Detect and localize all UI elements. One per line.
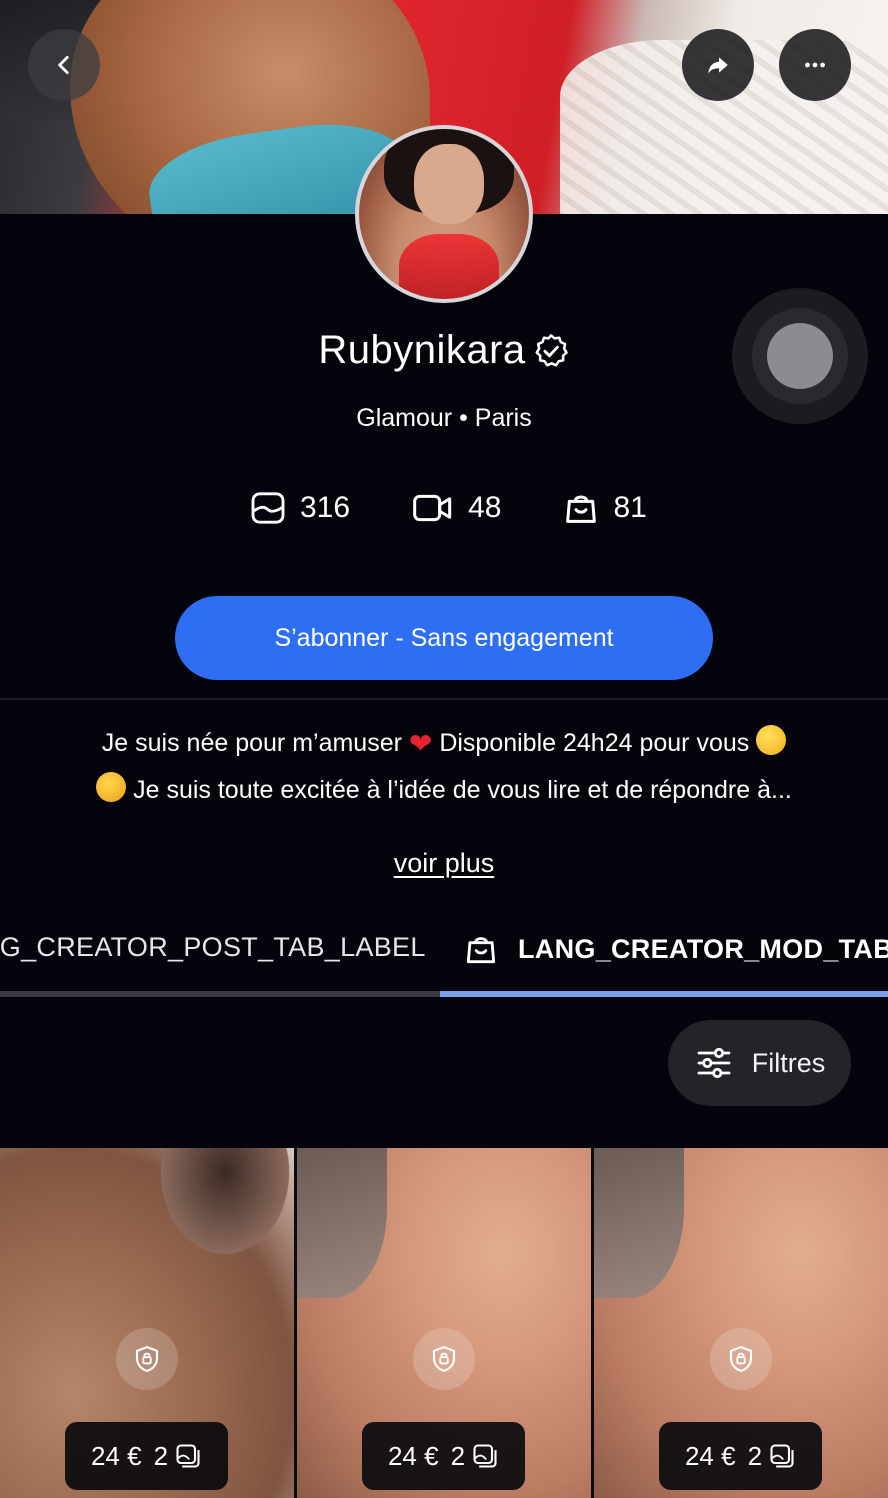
tab-indicator-active bbox=[440, 991, 888, 997]
content-grid: 24 € 2 24 € 2 24 € 2 bbox=[0, 1148, 888, 1498]
divider bbox=[0, 698, 888, 700]
stat-videos: 48 bbox=[410, 488, 501, 528]
profile-name-row: Rubynikara bbox=[0, 328, 888, 373]
tab-mod[interactable]: LANG_CREATOR_MOD_TAB bbox=[462, 930, 888, 968]
price-label: 24 € bbox=[684, 1440, 736, 1471]
more-icon bbox=[805, 62, 825, 68]
bio-line1-part2: Disponible 24h24 pour vous bbox=[439, 729, 750, 757]
lock-icon bbox=[413, 1328, 475, 1390]
heart-emoji-icon: ❤ bbox=[408, 728, 433, 759]
video-icon bbox=[413, 494, 452, 522]
stat-items-value: 81 bbox=[613, 491, 647, 524]
stat-videos-value: 48 bbox=[468, 491, 502, 524]
gallery-icon bbox=[770, 1444, 794, 1468]
profile-subtitle: Glamour • Paris bbox=[356, 404, 532, 432]
content-card[interactable]: 24 € 2 bbox=[0, 1148, 294, 1498]
content-card[interactable]: 24 € 2 bbox=[594, 1148, 888, 1498]
media-count: 2 bbox=[450, 1440, 466, 1471]
chevron-left-icon bbox=[58, 56, 69, 74]
avatar[interactable] bbox=[355, 125, 533, 303]
bio-line1-part1: Je suis née pour m’amuser bbox=[101, 729, 402, 757]
lock-icon bbox=[116, 1328, 178, 1390]
stat-items: 81 bbox=[561, 488, 647, 528]
content-tabs: NG_CREATOR_POST_TAB_LABEL LANG_CREATOR_M… bbox=[0, 920, 888, 1000]
price-badge: 24 € 2 bbox=[362, 1422, 525, 1490]
media-count: 2 bbox=[747, 1440, 763, 1471]
bag-icon bbox=[466, 937, 496, 964]
tab-posts[interactable]: NG_CREATOR_POST_TAB_LABEL bbox=[0, 932, 426, 963]
share-icon bbox=[708, 57, 728, 74]
wink-emoji-icon bbox=[756, 725, 787, 755]
see-more-link[interactable]: voir plus bbox=[0, 848, 888, 879]
lock-icon bbox=[710, 1328, 772, 1390]
verified-badge-icon bbox=[535, 333, 568, 367]
bag-icon bbox=[566, 495, 597, 523]
stat-photos-value: 316 bbox=[300, 491, 351, 524]
sliders-icon bbox=[697, 1047, 731, 1079]
profile-name: Rubynikara bbox=[318, 328, 526, 372]
back-button[interactable] bbox=[28, 29, 100, 101]
more-options-button[interactable] bbox=[779, 29, 851, 101]
price-label: 24 € bbox=[90, 1440, 142, 1471]
share-button[interactable] bbox=[682, 29, 754, 101]
gallery-icon bbox=[176, 1444, 200, 1468]
stat-photos: 316 bbox=[248, 488, 350, 528]
filters-button[interactable]: Filtres bbox=[668, 1020, 851, 1106]
bio-text: Je suis née pour m’amuser ❤ Disponible 2… bbox=[0, 720, 888, 813]
media-count: 2 bbox=[153, 1440, 169, 1471]
tab-mod-label: LANG_CREATOR_MOD_TAB bbox=[518, 933, 888, 964]
stats-row: 316 48 81 bbox=[248, 488, 647, 528]
price-badge: 24 € 2 bbox=[65, 1422, 228, 1490]
bio-line2: Je suis toute excitée à l’idée de vous l… bbox=[133, 776, 792, 804]
price-label: 24 € bbox=[387, 1440, 439, 1471]
filters-label: Filtres bbox=[751, 1047, 826, 1078]
price-badge: 24 € 2 bbox=[659, 1422, 822, 1490]
subscribe-button[interactable]: S’abonner - Sans engagement bbox=[175, 596, 713, 680]
photo-icon bbox=[251, 492, 285, 524]
gallery-icon bbox=[473, 1444, 497, 1468]
tab-indicator-inactive bbox=[0, 991, 440, 997]
kiss-emoji-icon bbox=[96, 772, 127, 802]
content-card[interactable]: 24 € 2 bbox=[297, 1148, 591, 1498]
